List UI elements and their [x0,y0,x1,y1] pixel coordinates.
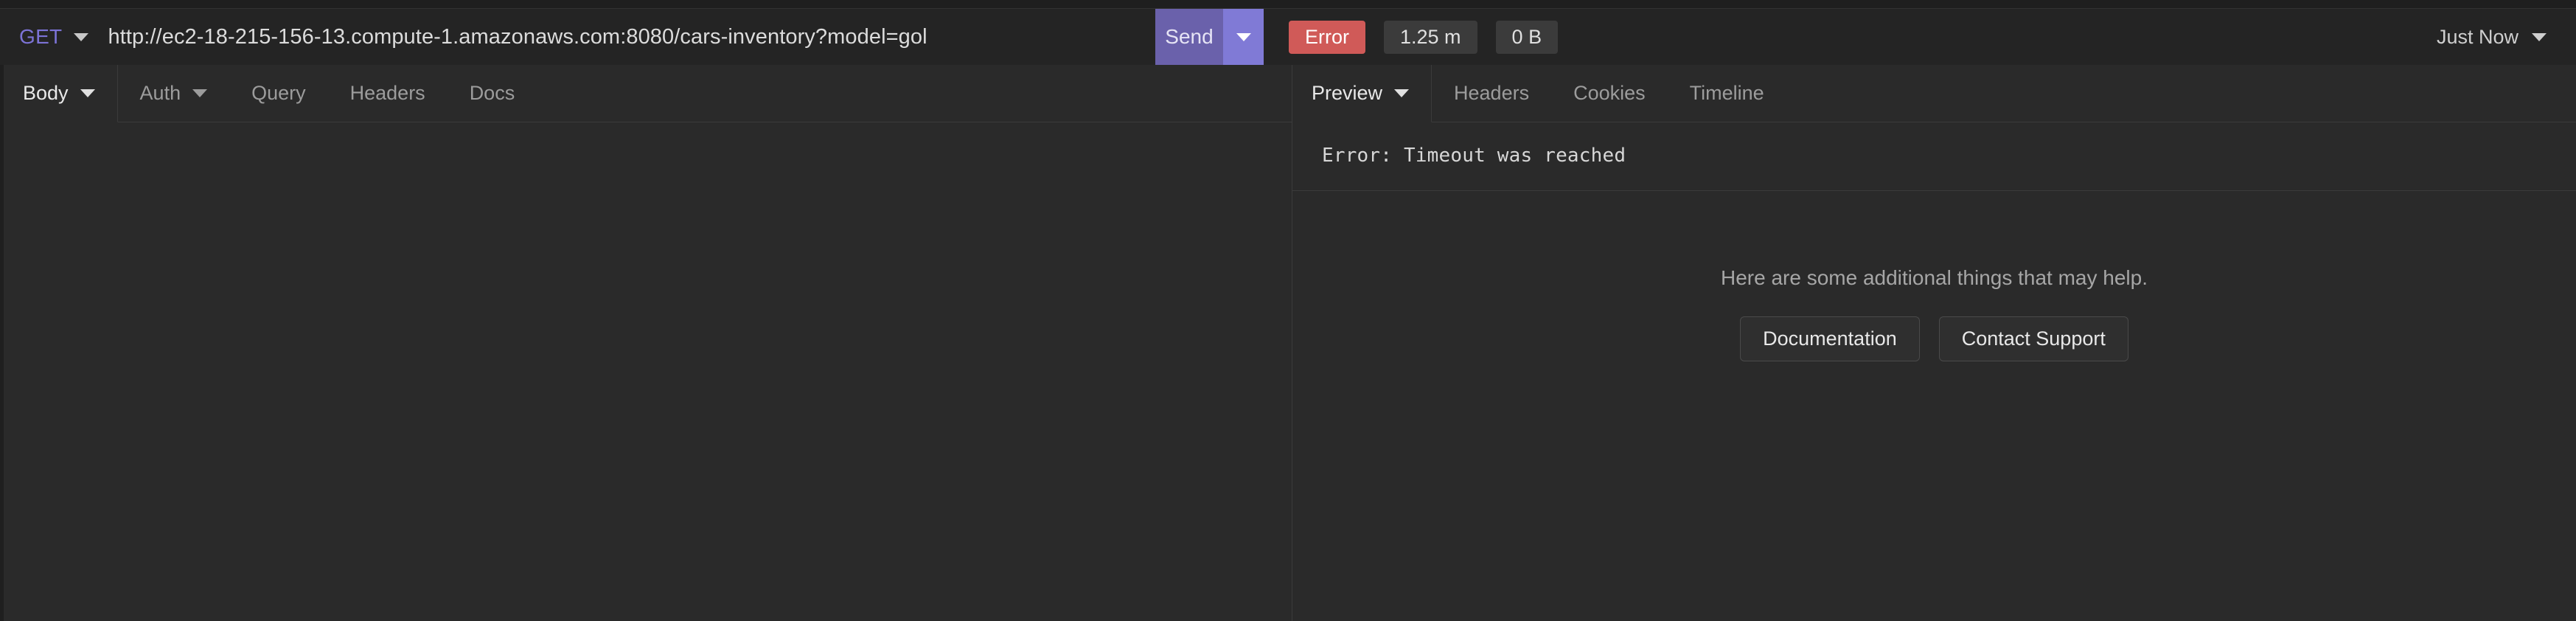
chevron-down-icon [1236,32,1251,41]
chevron-down-icon [192,89,208,97]
tab-headers-label: Headers [349,82,425,104]
response-size-badge[interactable]: 0 B [1495,20,1559,54]
tab-query[interactable]: Query [229,65,328,122]
response-history-dropdown[interactable]: Just Now [2437,26,2547,49]
tab-body[interactable]: Body [4,65,118,122]
chevron-down-icon [74,32,89,41]
tab-response-headers[interactable]: Headers [1432,65,1552,122]
response-help-section: Here are some additional things that may… [1292,191,2576,621]
insomnia-window: GET Send Error 1.25 m 0 B Just Now Body [0,0,2576,621]
tab-timeline-label: Timeline [1689,82,1764,104]
chevron-down-icon [2532,32,2547,41]
tab-body-label: Body [23,82,69,104]
response-history-label: Just Now [2436,25,2518,48]
url-input[interactable] [88,9,1155,65]
tab-docs-label: Docs [469,82,515,104]
tab-auth[interactable]: Auth [117,65,230,122]
tab-response-headers-label: Headers [1454,82,1530,104]
response-pane: Preview Headers Cookies Timeline Error: … [1292,65,2576,621]
chevron-down-icon [80,89,95,97]
response-tabbar-filler [1786,65,2576,122]
url-bar: GET [0,9,1155,65]
http-method-selector[interactable]: GET [0,9,89,65]
response-tabbar: Preview Headers Cookies Timeline [1292,65,2576,122]
status-badge[interactable]: Error [1289,20,1365,54]
request-tabbar-filler [537,65,1292,122]
response-help-text: Here are some additional things that may… [1721,266,2148,289]
request-body-editor[interactable] [4,122,1292,621]
tab-cookies-label: Cookies [1573,82,1646,104]
response-error-row: Error: Timeout was reached [1292,122,2576,191]
chevron-down-icon [1394,89,1410,97]
response-time-badge[interactable]: 1.25 m [1384,20,1477,54]
response-error-message: Error: Timeout was reached [1322,145,1626,167]
tab-query-label: Query [251,82,306,104]
tab-cookies[interactable]: Cookies [1551,65,1668,122]
tab-docs[interactable]: Docs [447,65,537,122]
request-bar: GET Send Error 1.25 m 0 B Just Now [0,8,2576,65]
http-method-label: GET [19,25,63,48]
response-status-bar: Error 1.25 m 0 B Just Now [1264,9,2576,65]
response-help-buttons: Documentation Contact Support [1740,316,2128,361]
send-button[interactable]: Send [1155,9,1223,65]
send-options-button[interactable] [1223,9,1264,65]
tab-preview-label: Preview [1312,82,1383,104]
request-tabbar: Body Auth Query Headers Docs [4,65,1292,122]
panes: Body Auth Query Headers Docs Preview Hea… [0,65,2576,621]
tab-auth-label: Auth [139,82,181,104]
documentation-button[interactable]: Documentation [1740,316,1920,361]
tab-headers[interactable]: Headers [327,65,448,122]
contact-support-button[interactable]: Contact Support [1938,316,2128,361]
tab-preview[interactable]: Preview [1292,65,1433,122]
request-pane: Body Auth Query Headers Docs [0,65,1292,621]
tab-timeline[interactable]: Timeline [1667,65,1786,122]
